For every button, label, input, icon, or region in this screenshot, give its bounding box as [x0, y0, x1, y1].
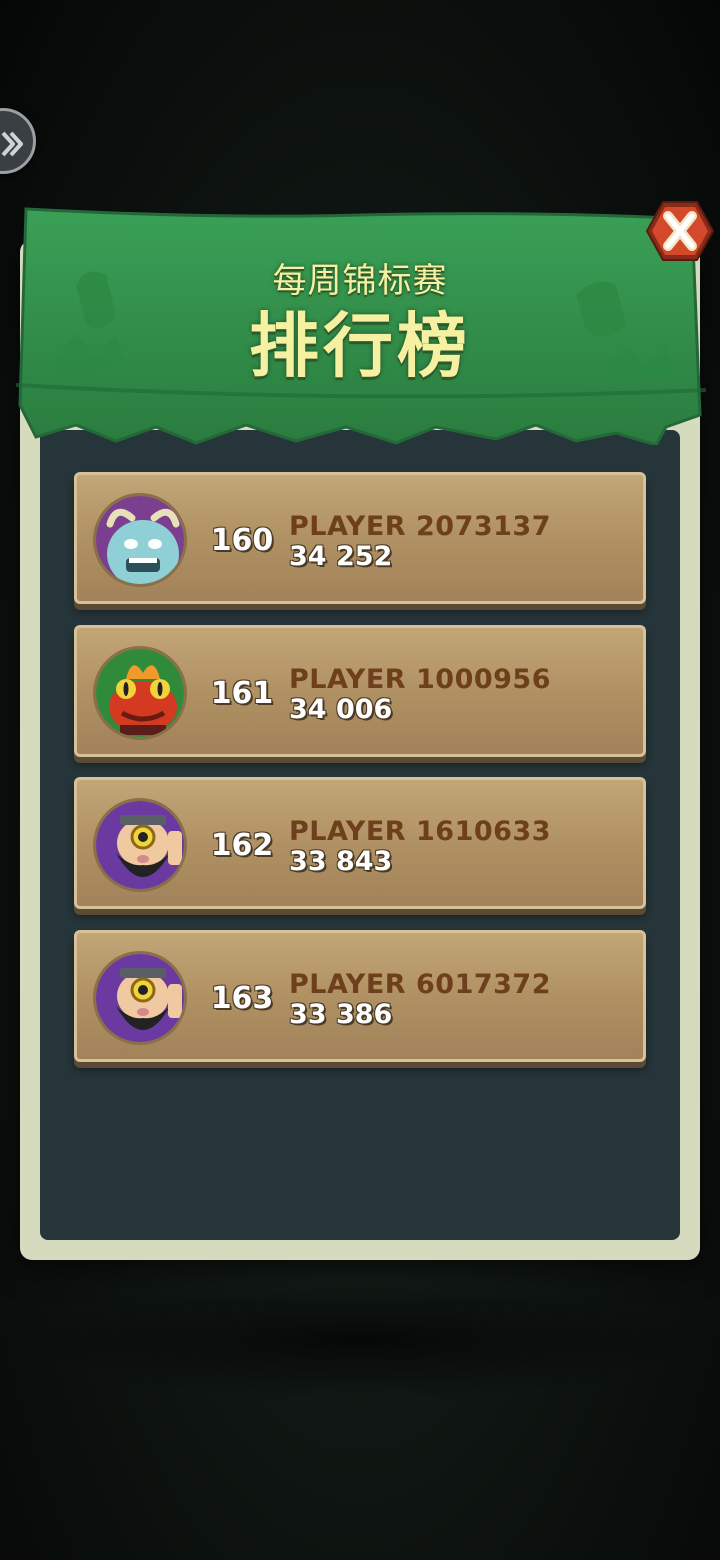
player-name: PLAYER 1610633	[289, 816, 551, 847]
player-name: PLAYER 6017372	[289, 969, 551, 1000]
leaderboard-row[interactable]: 162 PLAYER 1610633 33 843	[74, 777, 646, 909]
rank-number: 162	[210, 828, 274, 863]
rank-number: 163	[210, 981, 274, 1016]
side-menu-button[interactable]	[0, 108, 36, 174]
player-score: 34 252	[289, 541, 393, 572]
leaderboard-row[interactable]: 160 PLAYER 2073137 34 252	[74, 472, 646, 604]
rank-number: 160	[210, 523, 274, 558]
rank-number: 161	[210, 676, 274, 711]
yeti-avatar	[93, 493, 187, 587]
player-name: PLAYER 1000956	[289, 664, 551, 695]
close-icon	[646, 201, 714, 261]
player-score: 33 843	[289, 846, 393, 877]
fire-frog-avatar	[93, 646, 187, 740]
leaderboard-row[interactable]: 161 PLAYER 1000956 34 006	[74, 625, 646, 757]
dwarf-avatar	[93, 951, 187, 1045]
player-name: PLAYER 2073137	[289, 511, 551, 542]
leaderboard-row[interactable]: 163 PLAYER 6017372 33 386	[74, 930, 646, 1062]
player-score: 33 386	[289, 999, 393, 1030]
floor-shadow	[20, 1280, 700, 1400]
page-title: 排行榜	[249, 305, 471, 387]
player-score: 34 006	[289, 694, 393, 725]
double-chevron-icon	[1, 131, 23, 157]
close-button[interactable]	[646, 200, 714, 262]
dwarf-avatar	[93, 798, 187, 892]
